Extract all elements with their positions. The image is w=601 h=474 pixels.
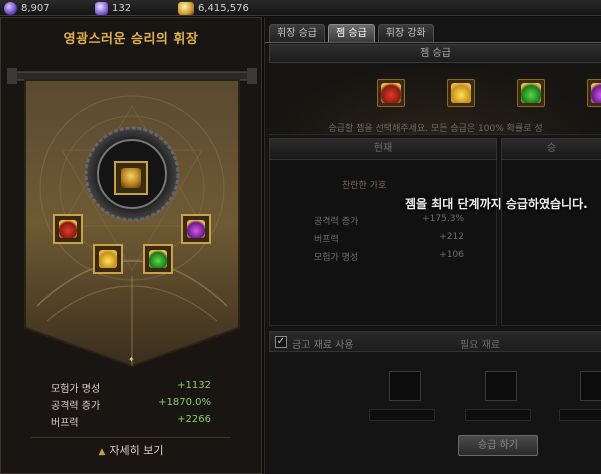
- gem-slot-4[interactable]: [181, 214, 211, 244]
- emblem-banner: ✦: [7, 68, 257, 368]
- purple-gem-icon: [591, 83, 601, 103]
- gem-choice-4[interactable]: [587, 79, 601, 107]
- upgrade-button[interactable]: 승급 하기: [458, 435, 538, 456]
- gem-choice-1[interactable]: [377, 79, 405, 107]
- substat-label: 버프력: [314, 235, 339, 245]
- currency-crystal: 8,907: [4, 1, 50, 15]
- tab-bar: 휘장 승급 젬 승급 휘장 강화: [269, 24, 434, 42]
- detail-view-button[interactable]: ▲ 자세히 보기: [31, 437, 231, 457]
- gem-slot-1[interactable]: [53, 214, 83, 244]
- substat-row: 버프력 +212: [314, 232, 464, 245]
- stat-value: +1870.0%: [158, 397, 211, 408]
- emblem-stats: 모험가 명성 +1132 공격력 증가 +1870.0% 버프력 +2266: [51, 380, 211, 431]
- emblem-icon: [121, 168, 141, 188]
- currency-box-value: 132: [112, 2, 132, 14]
- tab-divider: [265, 42, 601, 43]
- stat-row: 공격력 증가 +1870.0%: [51, 397, 211, 414]
- substat-row: 공격력 증가 +175.3%: [314, 214, 464, 227]
- compare-columns: 현재 승 찬란한 가호 공격력 증가 +175.3% 버프력 +212 모험가 …: [269, 138, 601, 326]
- stat-value: +2266: [177, 414, 211, 425]
- green-gem-icon: [521, 83, 541, 103]
- currency-crystal-value: 8,907: [21, 2, 50, 14]
- material-slot-1: [389, 371, 421, 401]
- max-level-message: 젬을 최대 단계까지 승급하였습니다.: [405, 197, 588, 211]
- upgrade-panel: 휘장 승급 젬 승급 휘장 강화 젬 승급 승급할 젬을 선택해주세요. 모든 …: [264, 17, 601, 474]
- box-icon: [95, 1, 108, 15]
- currency-bar: 8,907 132 6,415,576: [0, 0, 601, 16]
- material-area: [269, 353, 601, 433]
- substat-row: 모험가 명성 +106: [314, 250, 464, 263]
- stat-label: 버프력: [51, 418, 79, 429]
- material-slot-2: [485, 371, 517, 401]
- currency-gold: 6,415,576: [178, 1, 249, 15]
- material-header-row: ✓ 금고 재료 사용 필요 재료: [269, 331, 601, 352]
- tab-emblem-upgrade[interactable]: 휘장 승급: [269, 24, 325, 42]
- required-materials-header: 필요 재료: [460, 340, 500, 351]
- red-gem-icon: [59, 220, 77, 238]
- material-count-2: [465, 409, 531, 421]
- emblem-title: 영광스러운 승리의 휘장: [63, 32, 199, 47]
- next-column-body: [501, 160, 601, 326]
- stat-value: +1132: [177, 380, 211, 391]
- yellow-gem-icon: [99, 250, 117, 268]
- stat-row: 버프력 +2266: [51, 414, 211, 431]
- gem-slot-2[interactable]: [93, 244, 123, 274]
- gem-choice-2[interactable]: [447, 79, 475, 107]
- stat-label: 공격력 증가: [51, 401, 101, 412]
- use-vault-materials-checkbox[interactable]: ✓: [275, 336, 287, 348]
- emblem-panel: 영광스러운 승리의 휘장 ✦ 모험가 명성 +1132 공격력 증가 +1870…: [0, 17, 262, 474]
- substat-value: +106: [439, 250, 464, 260]
- gem-slot-3[interactable]: [143, 244, 173, 274]
- gem-name: 찬란한 가호: [342, 181, 387, 191]
- stat-row: 모험가 명성 +1132: [51, 380, 211, 397]
- green-gem-icon: [149, 250, 167, 268]
- substat-label: 공격력 증가: [314, 217, 359, 227]
- gem-instruction: 승급할 젬을 선택해주세요. 모든 승급은 100% 확률로 성: [328, 124, 543, 134]
- tab-emblem-enhance[interactable]: 휘장 강화: [377, 24, 434, 42]
- material-count-3: [559, 409, 601, 421]
- current-column-body: 찬란한 가호 공격력 증가 +175.3% 버프력 +212 모험가 명성 +1…: [269, 160, 497, 326]
- panel-header: 젬 승급: [269, 44, 601, 63]
- use-vault-materials-label: 금고 재료 사용: [292, 340, 354, 351]
- currency-gold-value: 6,415,576: [198, 2, 249, 14]
- next-column-header: 승: [501, 138, 601, 160]
- substat-value: +212: [439, 232, 464, 242]
- yellow-gem-icon: [451, 83, 471, 103]
- purple-gem-icon: [187, 220, 205, 238]
- material-count-1: [369, 409, 435, 421]
- substat-label: 모험가 명성: [314, 253, 359, 263]
- current-column-header: 현재: [269, 138, 497, 160]
- stat-label: 모험가 명성: [51, 384, 101, 395]
- gem-choice-3[interactable]: [517, 79, 545, 107]
- triangle-up-icon: ▲: [98, 447, 106, 457]
- red-gem-icon: [381, 83, 401, 103]
- substat-value: +175.3%: [422, 214, 464, 224]
- currency-box: 132: [95, 1, 131, 15]
- main-emblem-slot[interactable]: [114, 161, 148, 195]
- crystal-icon: [4, 1, 17, 15]
- gold-icon: [178, 1, 194, 15]
- tab-gem-upgrade[interactable]: 젬 승급: [327, 24, 375, 42]
- svg-text:✦: ✦: [128, 355, 135, 364]
- detail-view-label: 자세히 보기: [109, 444, 164, 457]
- material-slot-3: [580, 371, 601, 401]
